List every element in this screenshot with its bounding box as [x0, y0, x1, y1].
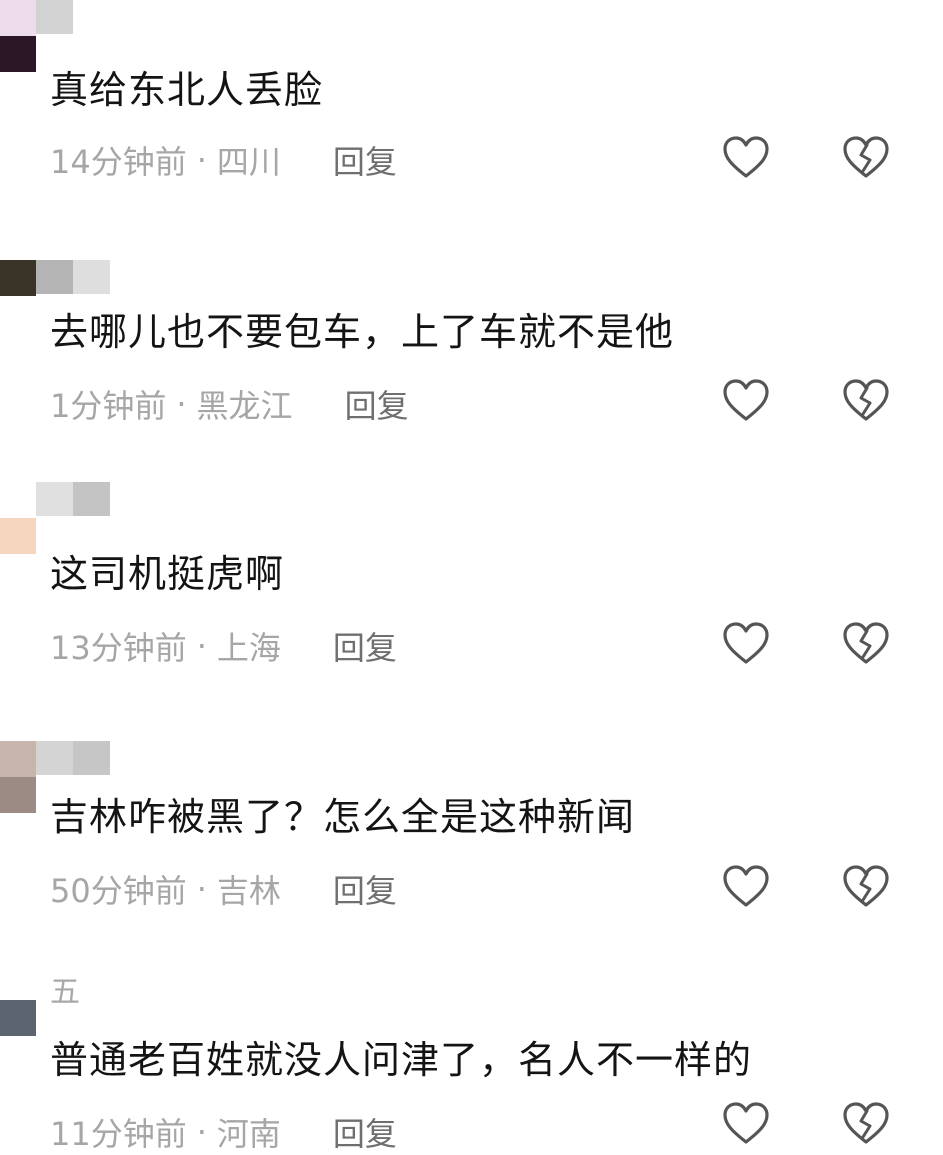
reply-button[interactable]: 回复 — [333, 623, 397, 669]
comment-item: 真给东北人丢脸 14分钟前 · 四川 回复 — [0, 0, 943, 243]
meta-separator: · — [196, 141, 207, 179]
username-blurred[interactable] — [36, 260, 110, 294]
meta-separator: · — [176, 385, 187, 423]
comment-time: 13分钟前 — [50, 629, 187, 667]
dislike-button[interactable] — [840, 1099, 892, 1151]
comment-location: 吉林 — [216, 872, 281, 910]
comment-text: 普通老百姓就没人问津了，名人不一样的 — [50, 1038, 753, 1082]
dislike-button[interactable] — [840, 133, 892, 185]
comment-item: 去哪儿也不要包车，上了车就不是他 1分钟前 · 黑龙江 回复 — [0, 243, 943, 486]
meta-separator: · — [196, 1113, 207, 1151]
like-button[interactable] — [720, 376, 772, 428]
reply-button[interactable]: 回复 — [345, 381, 409, 427]
dislike-button[interactable] — [840, 862, 892, 914]
username-blurred[interactable] — [36, 482, 110, 516]
avatar[interactable] — [0, 741, 36, 813]
username-blurred[interactable] — [36, 741, 110, 775]
comment-time: 14分钟前 — [50, 143, 187, 181]
comment-meta: 11分钟前 · 河南 回复 — [50, 1110, 397, 1154]
reply-button[interactable]: 回复 — [333, 137, 397, 183]
meta-separator: · — [196, 870, 207, 908]
like-button[interactable] — [720, 133, 772, 185]
like-button[interactable] — [720, 862, 772, 914]
broken-heart-icon — [843, 622, 889, 664]
comment-location: 上海 — [216, 629, 281, 667]
comment-location: 四川 — [216, 143, 281, 181]
comment-meta: 13分钟前 · 上海 回复 — [50, 624, 397, 668]
comment-meta: 50分钟前 · 吉林 回复 — [50, 867, 397, 911]
broken-heart-icon — [843, 379, 889, 421]
comment-text: 吉林咋被黑了？怎么全是这种新闻 — [50, 795, 636, 839]
broken-heart-icon — [843, 136, 889, 178]
comment-text: 去哪儿也不要包车，上了车就不是他 — [50, 310, 675, 354]
like-button[interactable] — [720, 1099, 772, 1151]
reply-button[interactable]: 回复 — [333, 866, 397, 912]
comment-location: 河南 — [216, 1115, 281, 1153]
username-blurred[interactable] — [36, 0, 73, 34]
heart-outline-icon — [723, 865, 769, 907]
like-button[interactable] — [720, 619, 772, 671]
comment-time: 50分钟前 — [50, 872, 187, 910]
avatar[interactable] — [0, 518, 36, 554]
dislike-button[interactable] — [840, 619, 892, 671]
comment-text: 真给东北人丢脸 — [50, 68, 324, 112]
heart-outline-icon — [723, 622, 769, 664]
meta-separator: · — [196, 627, 207, 665]
username[interactable]: 五 — [50, 976, 80, 1010]
reply-button[interactable]: 回复 — [333, 1109, 397, 1155]
heart-outline-icon — [723, 379, 769, 421]
heart-outline-icon — [723, 136, 769, 178]
comment-time: 1分钟前 — [50, 387, 167, 425]
comment-location: 黑龙江 — [196, 387, 293, 425]
avatar[interactable] — [0, 260, 36, 296]
comment-time: 11分钟前 — [50, 1115, 187, 1153]
broken-heart-icon — [843, 1102, 889, 1144]
avatar[interactable] — [0, 0, 36, 72]
comment-item: 吉林咋被黑了？怎么全是这种新闻 50分钟前 · 吉林 回复 — [0, 729, 943, 972]
broken-heart-icon — [843, 865, 889, 907]
comment-meta: 14分钟前 · 四川 回复 — [50, 138, 397, 182]
heart-outline-icon — [723, 1102, 769, 1144]
comment-meta: 1分钟前 · 黑龙江 回复 — [50, 382, 409, 426]
comment-text: 这司机挺虎啊 — [50, 552, 285, 596]
avatar[interactable] — [0, 1000, 36, 1036]
comment-item: 五 普通老百姓就没人问津了，名人不一样的 11分钟前 · 河南 回复 — [0, 972, 943, 1154]
dislike-button[interactable] — [840, 376, 892, 428]
comment-item: 这司机挺虎啊 13分钟前 · 上海 回复 — [0, 482, 943, 729]
